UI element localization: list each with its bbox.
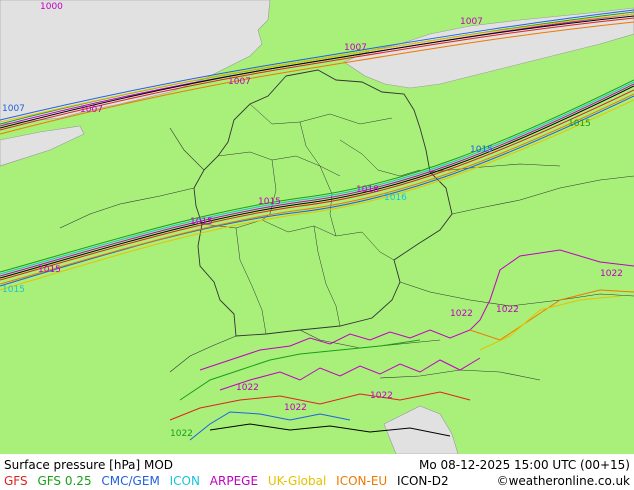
- model-icon-d2: ICON-D2: [397, 474, 449, 488]
- isobar-label: 1016: [384, 193, 407, 203]
- isobar-label: 1007: [228, 77, 251, 87]
- isobar-label: 1022: [600, 269, 623, 279]
- isobar-label: 1022: [284, 403, 307, 413]
- isobar-label: 1015: [258, 197, 281, 207]
- model-uk-global: UK-Global: [267, 474, 327, 488]
- model-cmc-gem: CMC/GEM: [101, 474, 160, 488]
- model-arpege: ARPEGE: [209, 474, 259, 488]
- isobar-label: 1007: [80, 105, 103, 115]
- isobar-label: 1015: [190, 217, 213, 227]
- isobar-label: 1007: [2, 104, 25, 114]
- isobar-label: 1000: [40, 2, 63, 12]
- isobar-label: 1007: [460, 17, 483, 27]
- isobar-label: 1015: [2, 285, 25, 295]
- isobar-label: 1007: [344, 43, 367, 53]
- isobar-label: 1015: [568, 119, 591, 129]
- footer-row-title: Surface pressure [hPa] MOD Mo 08-12-2025…: [4, 457, 630, 473]
- isobar-label: 1022: [170, 429, 193, 439]
- model-icon-eu: ICON-EU: [336, 474, 388, 488]
- isobar-label: 1015: [470, 145, 493, 155]
- credit: ©weatheronline.co.uk: [496, 474, 630, 488]
- isobar-label: 1022: [370, 391, 393, 401]
- pressure-map: 1000 1007 1007 1007 1007 1007 1015 1015 …: [0, 0, 634, 454]
- footer-row-legend: GFS GFS 0.25 CMC/GEM ICON ARPEGE UK-Glob…: [4, 473, 630, 489]
- chart-title: Surface pressure [hPa] MOD: [4, 458, 174, 472]
- isobar-label: 1015: [38, 265, 61, 275]
- valid-time: Mo 08-12-2025 15:00 UTC (00+15): [418, 458, 630, 472]
- isobar-label: 1022: [496, 305, 519, 315]
- model-icon: ICON: [169, 474, 200, 488]
- model-gfs: GFS: [4, 474, 28, 488]
- model-gfs-025: GFS 0.25: [37, 474, 92, 488]
- footer: Surface pressure [hPa] MOD Mo 08-12-2025…: [0, 454, 634, 490]
- isobar-label: 1018: [356, 185, 379, 195]
- isobar-label: 1022: [450, 309, 473, 319]
- isobar-label: 1022: [236, 383, 259, 393]
